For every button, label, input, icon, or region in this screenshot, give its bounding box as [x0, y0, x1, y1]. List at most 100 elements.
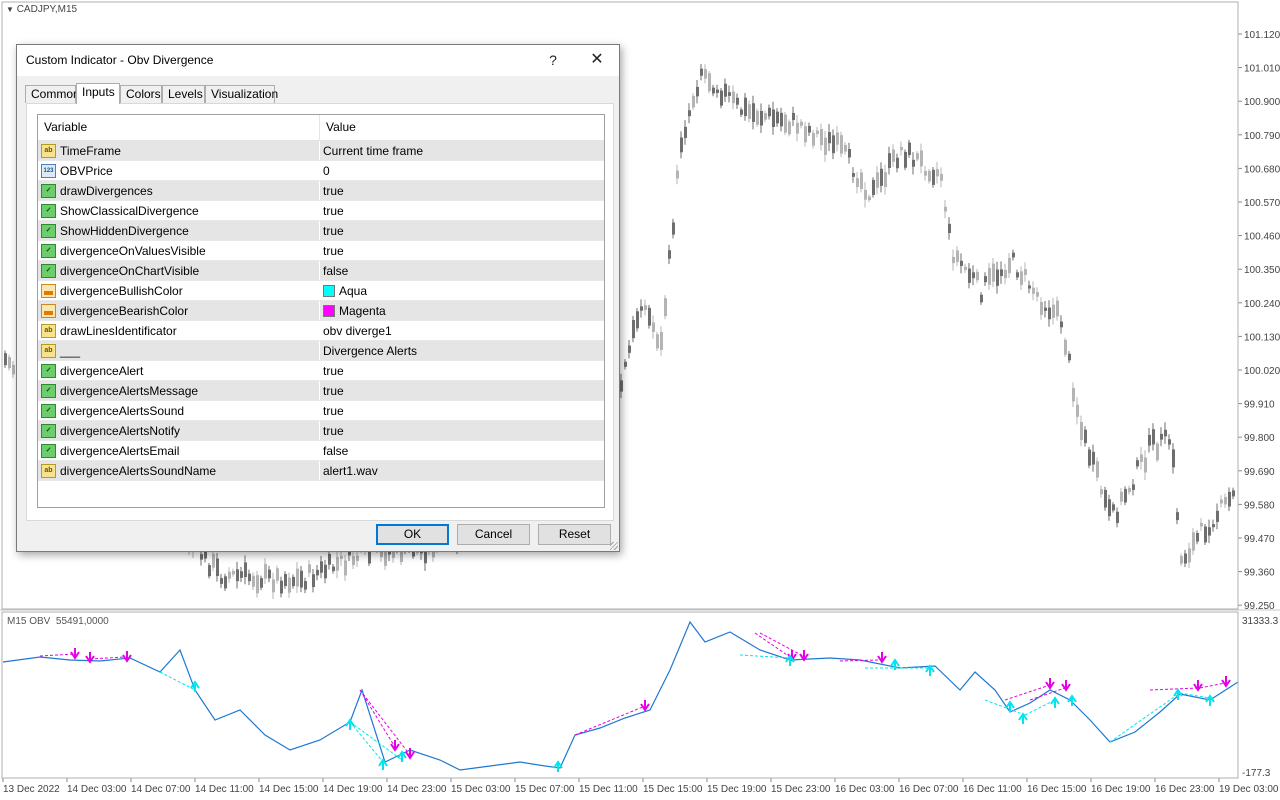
- tab-inputs[interactable]: Inputs: [76, 83, 120, 104]
- variable-value[interactable]: true: [323, 361, 344, 381]
- candle-body: [820, 129, 823, 146]
- candle-body: [300, 570, 303, 588]
- tab-common[interactable]: Common: [25, 85, 80, 103]
- bearish-divergence-line: [39, 653, 76, 657]
- candle-body: [1004, 269, 1007, 279]
- input-row[interactable]: ✓ ShowHiddenDivergence true: [38, 221, 604, 241]
- variable-value[interactable]: true: [323, 221, 344, 241]
- variable-value[interactable]: 0: [323, 161, 330, 181]
- input-row[interactable]: ✓ divergenceOnValuesVisible true: [38, 241, 604, 261]
- candle-body: [736, 97, 739, 105]
- inputs-rows: ab TimeFrame Current time frame 123 OBVPrice…: [38, 141, 604, 481]
- indicator-tick-label: 31333.3: [1242, 616, 1279, 627]
- input-row[interactable]: ab ___ Divergence Alerts: [38, 341, 604, 361]
- candle-body: [716, 89, 719, 93]
- input-row[interactable]: ab drawLinesIdentificator obv diverge1: [38, 321, 604, 341]
- candle-body: [948, 223, 951, 234]
- input-row[interactable]: divergenceBearishColor Magenta: [38, 301, 604, 321]
- input-row[interactable]: 123 OBVPrice 0: [38, 161, 604, 181]
- candle-body: [332, 566, 335, 572]
- symbol-label[interactable]: ▼ CADJPY,M15: [6, 4, 77, 15]
- candle-body: [252, 575, 255, 587]
- candle-body: [1156, 443, 1159, 461]
- variable-value[interactable]: alert1.wav: [323, 461, 378, 481]
- help-button[interactable]: ?: [539, 49, 567, 71]
- obv-indicator-series: 31333.3 -177.3: [2, 616, 1279, 779]
- variable-value[interactable]: Current time frame: [323, 141, 423, 161]
- candle-body: [628, 345, 631, 353]
- candle-body: [696, 86, 699, 97]
- reset-button[interactable]: Reset: [538, 524, 611, 545]
- input-row[interactable]: ✓ divergenceAlertsMessage true: [38, 381, 604, 401]
- chart-menu-triangle-icon[interactable]: ▼: [6, 5, 14, 14]
- bearish-arrow-icon: [122, 651, 132, 663]
- candle-body: [352, 556, 355, 566]
- column-divider: [319, 401, 320, 421]
- column-divider: [319, 381, 320, 401]
- candle-body: [620, 380, 623, 392]
- string-type-icon: ab: [41, 144, 56, 158]
- dialog-titlebar[interactable]: Custom Indicator - Obv Divergence ? ✕: [17, 45, 619, 76]
- price-tick-label: 100.350: [1244, 265, 1280, 276]
- close-button[interactable]: ✕: [583, 49, 611, 71]
- value-text: obv diverge1: [323, 324, 392, 338]
- inputs-grid: Variable Value ab TimeFrame Current time f…: [37, 114, 605, 508]
- variable-name: divergenceAlertsNotify: [60, 424, 181, 438]
- value-text: true: [323, 384, 344, 398]
- variable-value[interactable]: false: [323, 261, 348, 281]
- variable-value[interactable]: true: [323, 381, 344, 401]
- input-row[interactable]: ✓ divergenceAlert true: [38, 361, 604, 381]
- header-divider[interactable]: [319, 115, 320, 140]
- candle-body: [760, 110, 763, 126]
- candle-body: [1168, 439, 1171, 445]
- candle-body: [940, 173, 943, 181]
- candle-body: [1092, 451, 1095, 465]
- variable-value[interactable]: Magenta: [323, 301, 386, 321]
- candle-body: [908, 142, 911, 156]
- cancel-button[interactable]: Cancel: [457, 524, 530, 545]
- input-row[interactable]: divergenceBullishColor Aqua: [38, 281, 604, 301]
- candle-body: [860, 172, 863, 189]
- candle-body: [1196, 533, 1199, 542]
- input-row[interactable]: ✓ divergenceOnChartVisible false: [38, 261, 604, 281]
- color-type-icon: [41, 284, 56, 298]
- header-variable[interactable]: Variable: [44, 115, 87, 140]
- value-text: alert1.wav: [323, 464, 378, 478]
- variable-value[interactable]: true: [323, 241, 344, 261]
- variable-value[interactable]: false: [323, 441, 348, 461]
- candle-body: [272, 579, 275, 593]
- input-row[interactable]: ✓ ShowClassicalDivergence true: [38, 201, 604, 221]
- variable-value[interactable]: true: [323, 401, 344, 421]
- tab-visualization[interactable]: Visualization: [205, 85, 278, 103]
- column-divider: [319, 201, 320, 221]
- input-row[interactable]: ab TimeFrame Current time frame: [38, 141, 604, 161]
- candle-body: [840, 135, 843, 154]
- input-row[interactable]: ✓ divergenceAlertsSound true: [38, 401, 604, 421]
- variable-value[interactable]: true: [323, 421, 344, 441]
- candle-body: [688, 110, 691, 117]
- input-row[interactable]: ✓ divergenceAlertsEmail false: [38, 441, 604, 461]
- resize-grip-icon[interactable]: [610, 542, 618, 550]
- tab-levels[interactable]: Levels: [162, 85, 205, 103]
- header-value[interactable]: Value: [326, 115, 356, 140]
- tab-colors[interactable]: Colors: [120, 85, 162, 103]
- candle-body: [232, 570, 235, 575]
- variable-value[interactable]: true: [323, 201, 344, 221]
- candle-body: [808, 125, 811, 133]
- ok-button[interactable]: OK: [376, 524, 449, 545]
- variable-value[interactable]: Divergence Alerts: [323, 341, 417, 361]
- input-row[interactable]: ✓ drawDivergences true: [38, 181, 604, 201]
- candle-body: [1072, 388, 1075, 402]
- candle-body: [732, 91, 735, 104]
- variable-value[interactable]: Aqua: [323, 281, 367, 301]
- candle-body: [240, 571, 243, 578]
- variable-value[interactable]: obv diverge1: [323, 321, 392, 341]
- variable-value[interactable]: true: [323, 181, 344, 201]
- value-text: Divergence Alerts: [323, 344, 418, 358]
- candle-body: [704, 69, 707, 79]
- input-row[interactable]: ab divergenceAlertsSoundName alert1.wav: [38, 461, 604, 481]
- time-tick-label: 14 Dec 15:00: [259, 784, 319, 795]
- boolean-type-icon: ✓: [41, 184, 56, 198]
- input-row[interactable]: ✓ divergenceAlertsNotify true: [38, 421, 604, 441]
- candle-body: [676, 170, 679, 179]
